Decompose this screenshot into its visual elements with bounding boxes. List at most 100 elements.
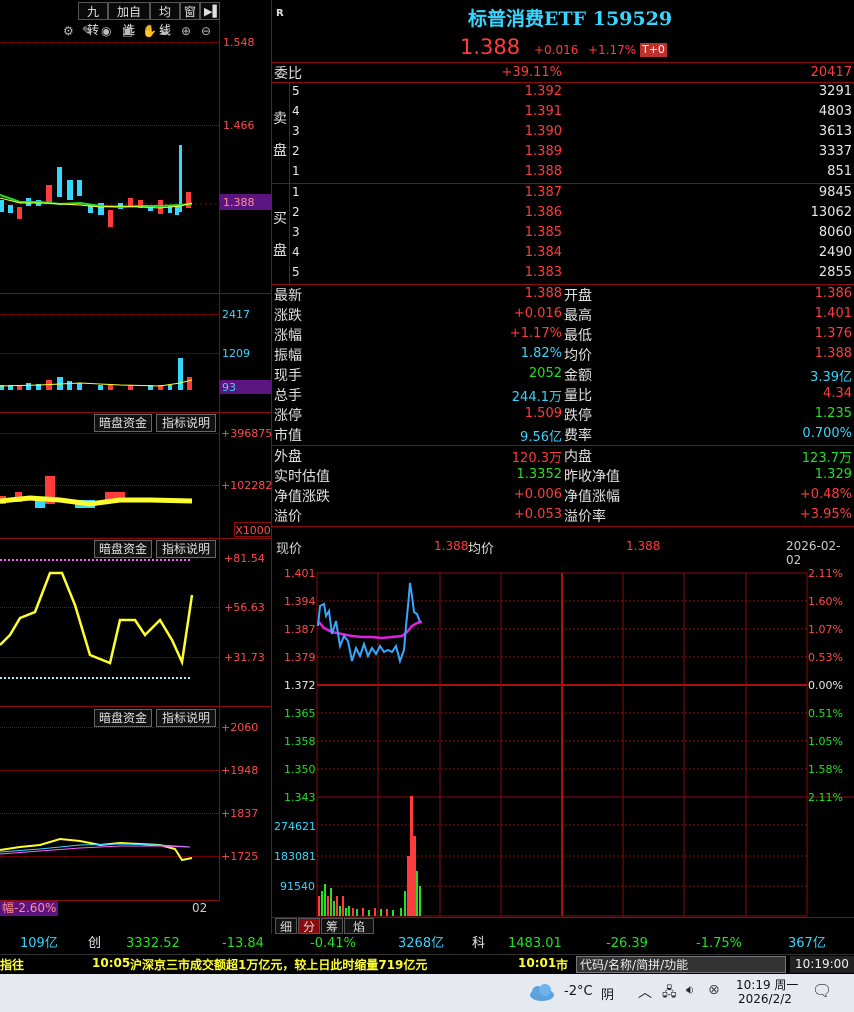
price-axis-label: 1.466: [223, 119, 255, 132]
news-prefix: 指往: [0, 958, 25, 972]
volume-axis-label: 93: [222, 381, 236, 394]
intraday-pct-label: 1.60%: [808, 595, 843, 608]
news-headline-2[interactable]: 市: [556, 956, 568, 973]
tab-minute[interactable]: 分: [298, 918, 320, 934]
buy-row[interactable]: 3 1.385 8060: [292, 225, 854, 245]
quote-panel: R 标普消费ETF 159529 1.388 +0.016 +1.17% T+0…: [272, 0, 854, 934]
weather-text[interactable]: 阴: [601, 984, 614, 1003]
intraday-chart[interactable]: [272, 566, 854, 918]
news-headline[interactable]: 沪深京三市成交额超1万亿元，较上日此时缩量719亿元: [130, 956, 427, 973]
buy-row[interactable]: 5 1.383 2855: [292, 265, 854, 285]
zoom-out-icon[interactable]: ⊖: [201, 24, 211, 38]
sell-row[interactable]: 1 1.388 851: [292, 164, 854, 184]
index-ticker[interactable]: 109亿 创 3332.52 -13.84 -0.41% 3268亿 科 148…: [0, 934, 854, 954]
temperature[interactable]: -2°C: [564, 984, 593, 999]
indicator-help-button-2[interactable]: 指标说明: [156, 540, 216, 558]
avg-line-button[interactable]: 均线: [150, 2, 180, 37]
buy-row[interactable]: 1 1.387 9845: [292, 185, 854, 205]
intraday-volume-label: 91540: [280, 880, 315, 893]
search-input[interactable]: 代码/名称/简拼/功能: [576, 956, 786, 973]
r-label: R: [276, 8, 284, 19]
sell-row[interactable]: 3 1.390 3613: [292, 124, 854, 144]
sell-row[interactable]: 4 1.391 4803: [292, 104, 854, 124]
dark-pool-funds-button-2[interactable]: 暗盘资金: [94, 540, 152, 558]
chevron-up-icon[interactable]: ︿: [638, 982, 652, 1002]
intraday-price-label: 1.343: [284, 791, 316, 804]
network-icon[interactable]: 🖧︎: [662, 983, 677, 1005]
taskbar-time[interactable]: 10:19 周一: [736, 976, 798, 993]
hand-icon[interactable]: ✋: [142, 24, 157, 38]
intraday-pct-label: 0.53%: [808, 651, 843, 664]
p5-axis-label: +1948: [221, 764, 259, 777]
tab-detail[interactable]: 细: [275, 918, 297, 934]
indicator-help-button-3[interactable]: 指标说明: [156, 709, 216, 727]
intraday-price-label: 1.365: [284, 707, 316, 720]
close-circle-icon[interactable]: ⊗: [708, 982, 720, 998]
now-price-label: 现价: [276, 542, 303, 557]
left-chart-panel: 九转 加自选 均线 窗 ▶▌ ⚙ ✎ ◉ ▣ ✋ 🔒︎ ⊕ ⊖ 1.548 1.…: [0, 0, 272, 934]
p3-axis-label: +396875: [221, 427, 273, 440]
intraday-volume-label: 183081: [274, 850, 316, 863]
buy-side-label: 买: [273, 211, 287, 227]
intraday-pct-label: 1.07%: [808, 623, 843, 636]
indicator-help-button[interactable]: 指标说明: [156, 414, 216, 432]
date-label: 02: [192, 901, 208, 915]
volume-icon[interactable]: 🔉︎: [686, 983, 694, 998]
weibi-volume: 20417: [810, 65, 852, 80]
price-axis-label: 1.548: [223, 36, 255, 49]
p4-axis-label: +31.73: [224, 651, 265, 664]
pen-icon[interactable]: ✎: [82, 24, 92, 38]
notification-icon[interactable]: 🗨︎: [812, 981, 832, 1000]
window-button[interactable]: 窗: [180, 2, 200, 20]
volume-chart[interactable]: [0, 355, 219, 410]
security-title: 标普消费ETF 159529: [468, 8, 673, 30]
volume-axis-label: 2417: [222, 308, 250, 321]
taskbar-date[interactable]: 2026/2/2: [738, 992, 792, 1006]
dark-pool-funds-button-3[interactable]: 暗盘资金: [94, 709, 152, 727]
t0-badge: T+0: [640, 43, 667, 57]
intraday-price-label: 1.358: [284, 735, 316, 748]
add-watch-button[interactable]: 加自选: [108, 2, 150, 37]
sell-row[interactable]: 2 1.389 3337: [292, 144, 854, 164]
buy-row[interactable]: 4 1.384 2490: [292, 245, 854, 265]
news-time-2: 10:01: [518, 956, 557, 970]
market-clock: 10:19:00: [790, 956, 854, 973]
intraday-pct-label: 2.11%: [808, 791, 843, 804]
nine-turn-button[interactable]: 九转: [78, 2, 108, 37]
taskbar: -2°C 阴 ︿ 🖧︎ 🔉︎ ⊗ 10:19 周一 2026/2/2 🗨︎: [0, 974, 854, 1012]
intraday-pct-label: 0.00%: [808, 679, 843, 692]
stat-row: 市值 9.56亿 费率 0.700%: [274, 426, 852, 445]
collapse-arrow-icon[interactable]: ▶▌: [200, 2, 221, 20]
buy-row[interactable]: 2 1.386 13062: [292, 205, 854, 225]
kline-chart[interactable]: [0, 40, 219, 290]
candles: [0, 145, 191, 227]
gear-icon[interactable]: ⚙: [63, 24, 74, 38]
avg-price-value: 1.388: [626, 539, 661, 553]
bus-icon[interactable]: ▣: [122, 24, 133, 38]
range-label: 幅-2.60%: [0, 901, 59, 916]
stat-row: 总手 244.1万 量比 4.34: [274, 386, 852, 405]
stat-row: 涨幅 +1.17% 最低 1.376: [274, 326, 852, 344]
stat-row: 涨停 1.509 跌停 1.235: [274, 406, 852, 424]
tab-chips[interactable]: 筹: [321, 918, 343, 934]
avg-price-label: 均价: [468, 542, 495, 557]
price-axis-label: 1.388: [223, 196, 255, 209]
stat-row: 涨跌 +0.016 最高 1.401: [274, 306, 852, 324]
eye-icon[interactable]: ◉: [101, 24, 111, 38]
p5-axis-label: +1837: [221, 807, 259, 820]
chart-date: 2026-02-02: [786, 539, 841, 567]
stat-row: 外盘 120.3万 内盘 123.7万: [274, 449, 852, 466]
stat-row: 净值涨跌 +0.006 净值涨幅 +0.48%: [274, 487, 852, 505]
sell-row[interactable]: 5 1.392 3291: [292, 84, 854, 104]
stat-row: 现手 2052 金额 3.39亿: [274, 366, 852, 385]
stat-row: 溢价 +0.053 溢价率 +3.95%: [274, 507, 852, 525]
tab-flame[interactable]: 焰: [344, 918, 374, 934]
dark-pool-funds-button[interactable]: 暗盘资金: [94, 414, 152, 432]
now-price-value: 1.388: [434, 539, 469, 553]
lock-icon[interactable]: 🔒︎: [161, 24, 167, 39]
buy-side-label: 盘: [273, 243, 287, 259]
p5-axis-label: +1725: [221, 850, 259, 863]
zoom-in-icon[interactable]: ⊕: [181, 24, 191, 38]
p4-axis-label: +56.63: [224, 601, 265, 614]
indicator-line-chart: [0, 571, 194, 667]
